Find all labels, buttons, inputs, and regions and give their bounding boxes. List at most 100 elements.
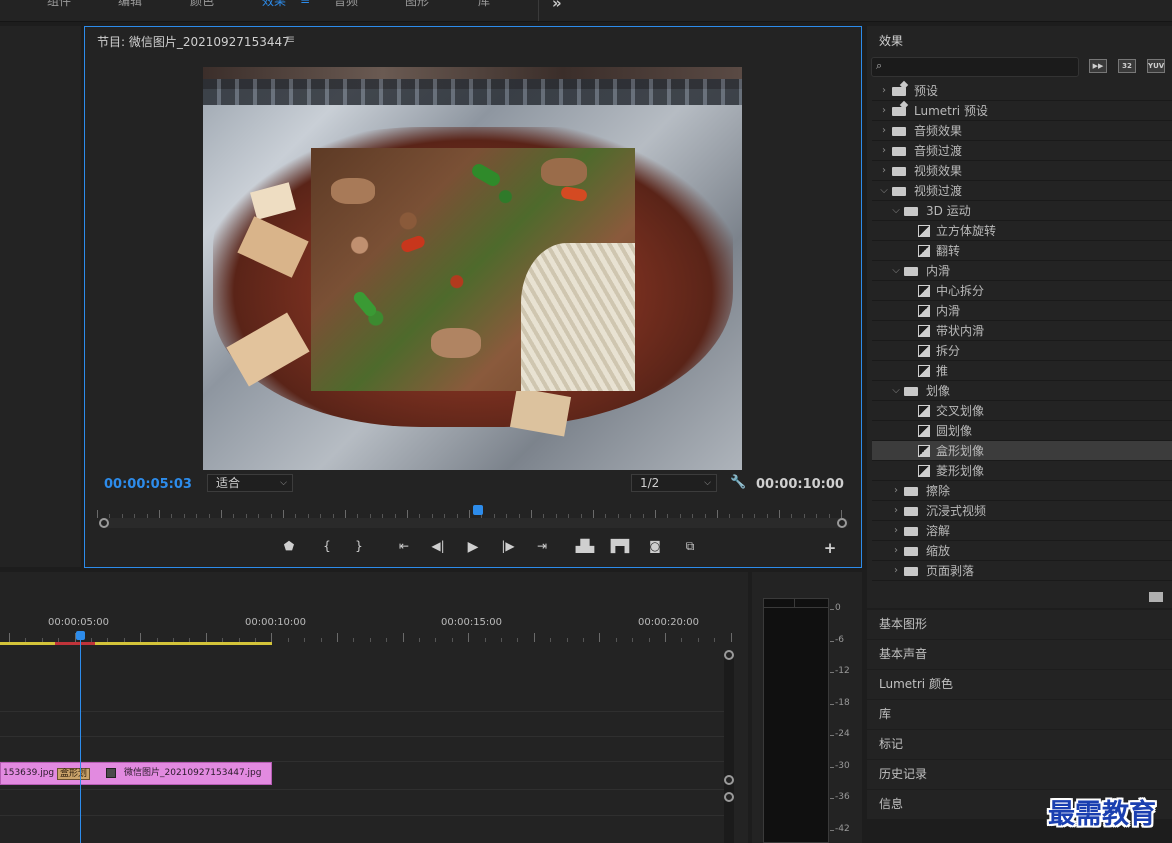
clip-left-name: 153639.jpg: [3, 768, 55, 778]
zoom-scrollbar[interactable]: [99, 518, 849, 528]
timeline-vertical-scrollbar[interactable]: [724, 652, 734, 843]
effect-folder[interactable]: › 沉浸式视频: [872, 501, 1172, 521]
panel-tab[interactable]: 标记: [867, 730, 1172, 759]
program-monitor-title[interactable]: 节目: 微信图片_20210927153447: [97, 33, 290, 50]
add-button-icon[interactable]: +: [820, 539, 840, 557]
export-frame-icon[interactable]: ◙: [645, 539, 665, 553]
new-folder-icon[interactable]: [1149, 592, 1163, 602]
mark-out-icon[interactable]: }: [349, 539, 369, 553]
panel-tab[interactable]: 库: [867, 700, 1172, 729]
playhead-handle[interactable]: [473, 505, 483, 515]
workspace-tab-libraries[interactable]: 库: [478, 0, 490, 9]
panel-tab[interactable]: 基本图形: [867, 610, 1172, 639]
effect-folder[interactable]: › 溶解: [872, 521, 1172, 541]
workspace-tab-color[interactable]: 颜色: [190, 0, 214, 9]
effect-folder[interactable]: › 擦除: [872, 481, 1172, 501]
effect-folder[interactable]: › 音频过渡: [872, 141, 1172, 161]
ruler-tick: [648, 638, 650, 642]
timeline-ruler[interactable]: [0, 630, 732, 642]
extract-icon[interactable]: ▛▜: [610, 539, 630, 553]
timeline-playhead[interactable]: [80, 631, 81, 843]
chevron-down-icon[interactable]: ⌵: [890, 261, 902, 281]
effect-item[interactable]: 菱形划像: [872, 461, 1172, 481]
effect-item[interactable]: 中心拆分: [872, 281, 1172, 301]
effect-item[interactable]: 交叉划像: [872, 401, 1172, 421]
playback-resolution-select[interactable]: 1/2 ⌵: [631, 474, 717, 492]
effect-folder[interactable]: › 视频效果: [872, 161, 1172, 181]
chevron-down-icon[interactable]: ⌵: [890, 201, 902, 221]
zoom-level-select[interactable]: 适合 ⌵: [207, 474, 293, 492]
current-timecode[interactable]: 00:00:05:03: [104, 477, 192, 492]
go-to-out-icon[interactable]: ⇥: [532, 539, 552, 553]
ruler-tick: [469, 510, 470, 518]
ruler-tick: [779, 510, 780, 518]
chevron-right-icon[interactable]: ›: [878, 121, 890, 141]
panel-tab[interactable]: 基本声音: [867, 640, 1172, 669]
effect-folder[interactable]: ⌵ 3D 运动: [872, 201, 1172, 221]
tree-item-label: 音频过渡: [914, 144, 963, 158]
chevron-right-icon[interactable]: ›: [890, 541, 902, 561]
scrollbar-right-handle[interactable]: [837, 518, 847, 528]
step-back-icon[interactable]: ◀|: [428, 539, 448, 553]
effect-folder[interactable]: ⌵ 内滑: [872, 261, 1172, 281]
chevron-down-icon[interactable]: ⌵: [878, 181, 890, 201]
effect-item[interactable]: 立方体旋转: [872, 221, 1172, 241]
panel-tab[interactable]: Lumetri 颜色: [867, 670, 1172, 699]
workspace-menu-icon[interactable]: ≡: [300, 0, 310, 7]
chevron-right-icon[interactable]: ›: [890, 521, 902, 541]
scrollbar-left-handle[interactable]: [99, 518, 109, 528]
accelerated-effects-icon[interactable]: ▶▶: [1089, 59, 1107, 73]
workspace-tab-graphics[interactable]: 图形: [405, 0, 429, 9]
panel-menu-icon[interactable]: ≡: [285, 32, 295, 46]
effect-folder[interactable]: › 页面剥落: [872, 561, 1172, 581]
panel-tab[interactable]: 历史记录: [867, 760, 1172, 789]
chevron-right-icon[interactable]: ›: [878, 161, 890, 181]
step-forward-icon[interactable]: |▶: [498, 539, 518, 553]
yuv-effects-icon[interactable]: YUV: [1147, 59, 1165, 73]
effect-item[interactable]: 圆划像: [872, 421, 1172, 441]
chevron-right-icon[interactable]: ›: [878, 141, 890, 161]
scroll-knob[interactable]: [724, 792, 734, 802]
go-to-in-icon[interactable]: ⇤: [394, 539, 414, 553]
timeline-playhead-handle[interactable]: [76, 631, 85, 640]
effect-folder[interactable]: › Lumetri 预设: [872, 101, 1172, 121]
scroll-knob[interactable]: [724, 650, 734, 660]
chevron-right-icon[interactable]: ›: [878, 81, 890, 101]
settings-wrench-icon[interactable]: 🔧: [730, 475, 746, 490]
effect-folder[interactable]: › 预设: [872, 81, 1172, 101]
play-icon[interactable]: ▶: [463, 539, 483, 555]
video-clip[interactable]: 153639.jpg 盒形划 微信图片_20210927153447.jpg: [0, 762, 272, 785]
food-piece: [331, 178, 375, 204]
effect-folder[interactable]: › 缩放: [872, 541, 1172, 561]
effect-item[interactable]: 盒形划像: [872, 441, 1172, 461]
32bit-effects-icon[interactable]: 32: [1118, 59, 1136, 73]
effect-item[interactable]: 翻转: [872, 241, 1172, 261]
effect-item[interactable]: 带状内滑: [872, 321, 1172, 341]
chevron-right-icon[interactable]: ›: [878, 101, 890, 121]
effects-search-input[interactable]: ⌕: [871, 57, 1079, 77]
effect-folder[interactable]: ⌵ 划像: [872, 381, 1172, 401]
chevron-down-icon[interactable]: ⌵: [890, 381, 902, 401]
workspace-tab-editing[interactable]: 编辑: [118, 0, 142, 9]
effect-folder[interactable]: › 音频效果: [872, 121, 1172, 141]
comparison-view-icon[interactable]: ⧉: [680, 539, 700, 554]
effects-panel-title[interactable]: 效果: [879, 32, 903, 49]
workspace-tab-effects[interactable]: 效果: [262, 0, 286, 9]
transition-box-wipe[interactable]: 盒形划: [57, 768, 91, 780]
effect-folder[interactable]: ⌵ 视频过渡: [872, 181, 1172, 201]
effect-item[interactable]: 拆分: [872, 341, 1172, 361]
work-area-bar[interactable]: [0, 642, 272, 645]
chevron-right-icon[interactable]: ›: [890, 501, 902, 521]
workspace-tab-audio[interactable]: 音频: [334, 0, 358, 9]
video-frame[interactable]: [203, 67, 742, 470]
effect-item[interactable]: 推: [872, 361, 1172, 381]
effect-item[interactable]: 内滑: [872, 301, 1172, 321]
lift-icon[interactable]: ▟▙: [575, 539, 595, 553]
chevron-right-icon[interactable]: ›: [890, 481, 902, 501]
more-workspaces-icon[interactable]: »: [552, 0, 562, 12]
mark-in-icon[interactable]: {: [317, 539, 337, 553]
workspace-tab-assembly[interactable]: 组件: [47, 0, 71, 9]
chevron-right-icon[interactable]: ›: [890, 561, 902, 581]
scroll-knob[interactable]: [724, 775, 734, 785]
add-marker-icon[interactable]: ⬟: [279, 539, 299, 553]
